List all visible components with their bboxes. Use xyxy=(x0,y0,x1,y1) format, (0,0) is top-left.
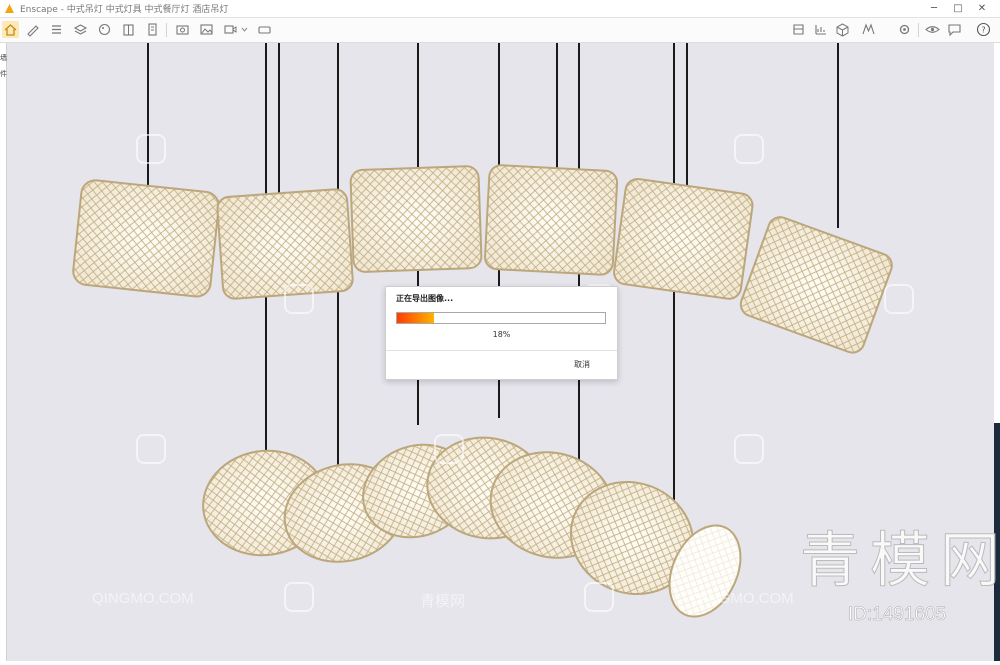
palette-icon[interactable] xyxy=(96,21,113,38)
title-bar: Enscape - 中式吊灯 中式灯具 中式餐厅灯 酒店吊灯 ─ □ ✕ xyxy=(0,0,1000,18)
cancel-button[interactable]: 取消 xyxy=(574,359,590,370)
gutter-char: 件 xyxy=(0,70,7,78)
enscape-logo-icon xyxy=(5,4,14,13)
book-icon[interactable] xyxy=(120,21,137,38)
eye-icon[interactable] xyxy=(924,21,941,38)
help-icon[interactable]: ? xyxy=(975,21,992,38)
minimize-button[interactable]: ─ xyxy=(922,0,946,17)
export-progress-dialog: 正在导出图像... 18% 取消 xyxy=(385,286,618,380)
toolbar-divider xyxy=(918,23,919,37)
watermark-brand: 青模网 xyxy=(800,526,1000,597)
close-button[interactable]: ✕ xyxy=(970,0,994,17)
window-title: Enscape - 中式吊灯 中式灯具 中式餐厅灯 酒店吊灯 xyxy=(20,5,229,15)
toolbar: ︿ ? xyxy=(0,18,1000,57)
feedback-icon[interactable] xyxy=(946,21,963,38)
chevron-down-icon[interactable] xyxy=(240,21,249,38)
lower-lamp-row xyxy=(202,436,742,618)
progress-bar-fill xyxy=(397,313,435,323)
home-icon[interactable] xyxy=(2,21,19,38)
left-panel-edge: 墙 件 xyxy=(0,43,7,665)
image-export-icon[interactable] xyxy=(198,21,215,38)
gutter-char: 墙 xyxy=(0,54,7,62)
camera-icon[interactable] xyxy=(174,21,191,38)
watermark-text: QINGMO.COM xyxy=(92,590,194,607)
dialog-divider xyxy=(386,350,617,351)
toolbar-divider xyxy=(166,23,167,37)
building-icon[interactable] xyxy=(144,21,161,38)
cube-icon[interactable] xyxy=(834,21,851,38)
svg-text:?: ? xyxy=(981,26,985,35)
maximize-button[interactable]: □ xyxy=(946,0,970,17)
watermark-id: ID:1491605 xyxy=(848,604,947,626)
settings-icon[interactable] xyxy=(896,21,913,38)
asset-icon[interactable] xyxy=(790,21,807,38)
window-bottom-border xyxy=(0,661,1000,665)
layers-icon[interactable] xyxy=(72,21,89,38)
panorama-icon[interactable] xyxy=(256,21,273,38)
watermark-text: QINGMO.COM xyxy=(692,590,794,607)
pencil-icon[interactable] xyxy=(24,21,41,38)
progress-bar xyxy=(396,312,606,324)
video-icon[interactable] xyxy=(222,21,239,38)
progress-percent-label: 18% xyxy=(492,330,511,339)
dialog-title: 正在导出图像... xyxy=(396,294,454,303)
chart-icon[interactable] xyxy=(812,21,829,38)
list-icon[interactable] xyxy=(48,21,65,38)
watermark-text: 青模网 xyxy=(420,593,466,610)
collab-icon[interactable] xyxy=(860,21,877,38)
